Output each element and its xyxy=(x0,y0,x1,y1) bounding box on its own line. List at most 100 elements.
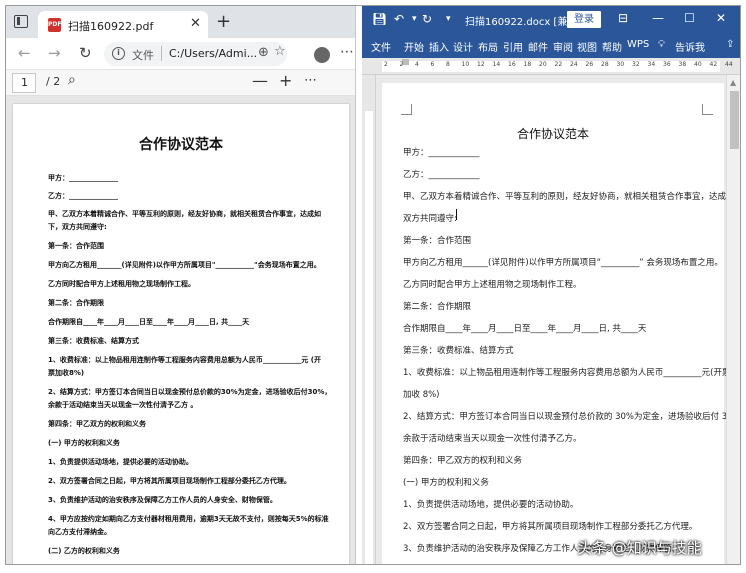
menu-design[interactable]: 设计 xyxy=(453,39,473,54)
back-icon[interactable]: ← xyxy=(18,44,31,62)
document-page[interactable]: 合作协议范本 甲方：____________ 乙方：____________ 甲、乙… xyxy=(382,83,740,564)
search-icon[interactable]: ⌕ xyxy=(68,72,76,88)
forward-icon[interactable]: → xyxy=(48,44,61,62)
pdf-text-line: 乙方：______________ xyxy=(48,192,118,200)
ribbon-display-icon[interactable]: ⊟ xyxy=(618,11,628,25)
minimize-icon[interactable]: — xyxy=(652,11,664,25)
doc-text-line[interactable]: 乙方：____________ xyxy=(403,168,480,180)
url-separator xyxy=(161,46,162,61)
pdf-text-line: 甲方向乙方租用_______(详见附件)以作甲方所属项目"___________… xyxy=(48,261,321,269)
menu-tell-me[interactable]: 告诉我 xyxy=(675,39,705,54)
word-title-bar: 💾︎ ↶ ▾ ↻ ▾ 扫描160922.docx [兼... 登录 ⊟ — ☐ … xyxy=(362,6,740,34)
ruler-number: 22 xyxy=(554,61,563,68)
new-tab-button[interactable]: + xyxy=(216,11,231,32)
ruler-number: 30 xyxy=(616,61,625,68)
ruler-number: 14 xyxy=(492,61,501,68)
page-number-input[interactable]: 1 xyxy=(12,73,36,93)
menu-help[interactable]: 帮助 xyxy=(602,39,622,54)
tab-title: 扫描160922.pdf xyxy=(68,20,154,33)
lightbulb-icon[interactable]: 💡︎ xyxy=(658,39,665,50)
url-input[interactable]: i 文件 C:/Users/Admi... ⊕ ☆ xyxy=(104,42,287,66)
undo-dropdown-icon[interactable]: ▾ xyxy=(412,14,417,24)
doc-text-line[interactable]: 加收 8%) xyxy=(403,388,440,400)
horizontal-ruler[interactable]: 2 2 4 6 8 10 12 14 16 18 20 22 24 26 28 30 32 34 36 38 40 42 4… xyxy=(362,58,740,75)
customize-toolbar-icon[interactable]: ▾ xyxy=(446,14,451,24)
ruler-number: 2 xyxy=(399,61,404,68)
menu-home[interactable]: 开始 xyxy=(404,39,424,54)
ruler-number: 42 xyxy=(709,61,718,68)
doc-text-line[interactable]: 2、双方签署合同之日起，甲方将其所属项目现场制作工程部分委托乙方代理。 xyxy=(403,520,697,532)
watermark: 头条 @知识与技能 xyxy=(577,539,702,557)
doc-text-line[interactable]: 第三条：收费标准、结算方式 xyxy=(403,344,514,356)
info-icon[interactable]: i xyxy=(112,47,125,60)
close-window-icon[interactable]: ✕ xyxy=(716,11,726,25)
more-menu-icon[interactable]: ⋯ xyxy=(340,44,354,60)
menu-review[interactable]: 审阅 xyxy=(553,39,573,54)
pdf-text-line: 下，双方共同遵守: xyxy=(48,223,107,231)
menu-wps[interactable]: WPS xyxy=(627,39,649,50)
profile-avatar-icon[interactable] xyxy=(314,47,330,63)
ruler-number: 32 xyxy=(632,61,640,68)
close-tab-icon[interactable]: ✕ xyxy=(190,16,201,31)
pdf-more-icon[interactable]: ⋯ xyxy=(304,73,317,88)
menu-mailings[interactable]: 邮件 xyxy=(528,39,548,54)
url-text[interactable]: C:/Users/Admi... xyxy=(169,47,257,60)
doc-text-line[interactable]: 合作期限自____年____月____日至____年____月____日, 共_… xyxy=(403,322,646,334)
crop-mark-right xyxy=(702,104,713,115)
address-bar: ← → ↻ i 文件 C:/Users/Admi... ⊕ ☆ ⋯ xyxy=(6,38,355,70)
menu-references[interactable]: 引用 xyxy=(503,39,523,54)
doc-text-line[interactable]: 2、结算方式：甲方签订本合同当日以现金预付总价款的 30%为定金，进场验收后付 … xyxy=(403,410,740,422)
pdf-text-line: 甲、乙双方本着精诚合作、平等互利的原则，经友好协商，就相关租赁合作事宜，达成如 xyxy=(48,210,321,218)
redo-icon[interactable]: ↻ xyxy=(422,12,432,26)
scroll-thumb[interactable] xyxy=(730,91,739,149)
save-icon[interactable]: 💾︎ xyxy=(372,12,387,26)
scroll-up-icon[interactable]: ▲ xyxy=(730,78,736,87)
ruler-number: 16 xyxy=(508,61,516,68)
tab-pdf[interactable]: PDF 扫描160922.pdf ✕ xyxy=(38,11,208,38)
doc-text-line[interactable]: 甲、乙双方本着精诚合作、平等互利的原则，经友好协商，就相关租赁合作事宜，达成如下… xyxy=(403,190,740,202)
pdf-text-line: 3、负责维护活动的治安秩序及保障乙方工作人员的人身安全、财物保管。 xyxy=(48,496,277,504)
document-area[interactable]: 合作协议范本 甲方：____________ 乙方：____________ 甲、乙… xyxy=(362,75,740,564)
pdf-canvas[interactable]: 合作协议范本 甲方：______________ 乙方：_____________… xyxy=(6,96,355,564)
pdf-text-line: 1、负责提供活动场地，提供必要的活动协助。 xyxy=(48,458,193,466)
pdf-text-line: 4、甲方应按约定如期向乙方支付器材租用费用，逾期3天无故不支付，则按每天5%的标… xyxy=(48,515,329,523)
zoom-out-icon[interactable]: — xyxy=(252,71,268,90)
doc-text-line[interactable]: 第一条：合作范围 xyxy=(403,234,471,246)
tab-actions-icon[interactable] xyxy=(14,15,28,28)
doc-text-line[interactable]: 乙方同时配合甲方上述租用物之现场制作工程。 xyxy=(403,278,582,290)
pdf-text-line: 余款于活动结束当天以现金一次性付清予乙方 。 xyxy=(48,401,198,409)
zoom-icon[interactable]: ⊕ xyxy=(258,45,269,60)
vertical-ruler[interactable] xyxy=(362,75,376,564)
pdf-text-line: 第二条：合作期限 xyxy=(48,299,104,307)
doc-text-line[interactable]: 1、收费标准：以上物品租用连制作等工程服务内容费用总额为人民币_________… xyxy=(403,366,730,378)
pdf-text-line: (二) 乙方的权利和义务 xyxy=(48,547,120,555)
doc-text-line[interactable]: 甲方向乙方租用______(详见附件)以作甲方所属项目“_________” 会… xyxy=(403,256,723,268)
menu-view[interactable]: 视图 xyxy=(577,39,597,54)
doc-text-line[interactable]: (一) 甲方的权利和义务 xyxy=(403,476,489,488)
reload-icon[interactable]: ↻ xyxy=(79,44,92,62)
page-total: / 2 xyxy=(46,75,61,88)
doc-text-line[interactable]: 1、负责提供活动场地，提供必要的活动协助。 xyxy=(403,498,578,510)
crop-mark-left xyxy=(401,104,412,115)
vertical-scrollbar[interactable]: ▲ xyxy=(726,75,740,564)
menu-layout[interactable]: 布局 xyxy=(478,39,498,54)
menu-insert[interactable]: 插入 xyxy=(429,39,449,54)
ruler-number: 38 xyxy=(678,61,687,68)
undo-icon[interactable]: ↶ xyxy=(394,12,404,26)
doc-text-line[interactable]: 甲方：____________ xyxy=(403,146,480,158)
doc-text-line[interactable]: 第二条：合作期限 xyxy=(403,300,471,312)
menu-file[interactable]: 文件 xyxy=(371,39,391,54)
doc-text-line[interactable]: 双方共同遵守: xyxy=(403,212,457,224)
login-button[interactable]: 登录 xyxy=(567,11,601,28)
doc-text-line[interactable]: 第四条：甲乙双方的权利和义务 xyxy=(403,454,522,466)
pdf-file-icon: PDF xyxy=(48,18,61,32)
doc-text-line[interactable]: 余款于活动结束当天以现金一次性付清予乙方。 xyxy=(403,432,582,444)
pdf-text-line: 2、双方签署合同之日起，甲方将其所属项目现场制作工程部分委托乙方代理。 xyxy=(48,477,291,485)
zoom-in-icon[interactable]: + xyxy=(279,71,292,90)
share-icon[interactable]: ⇪ xyxy=(726,39,734,50)
document-title: 扫描160922.docx [兼... xyxy=(465,17,577,28)
ruler-number: 26 xyxy=(585,61,594,68)
pdf-text-line: 向乙方支付滞纳金。 xyxy=(48,528,111,536)
favorite-star-icon[interactable]: ☆ xyxy=(274,44,286,59)
maximize-icon[interactable]: ☐ xyxy=(684,11,695,25)
